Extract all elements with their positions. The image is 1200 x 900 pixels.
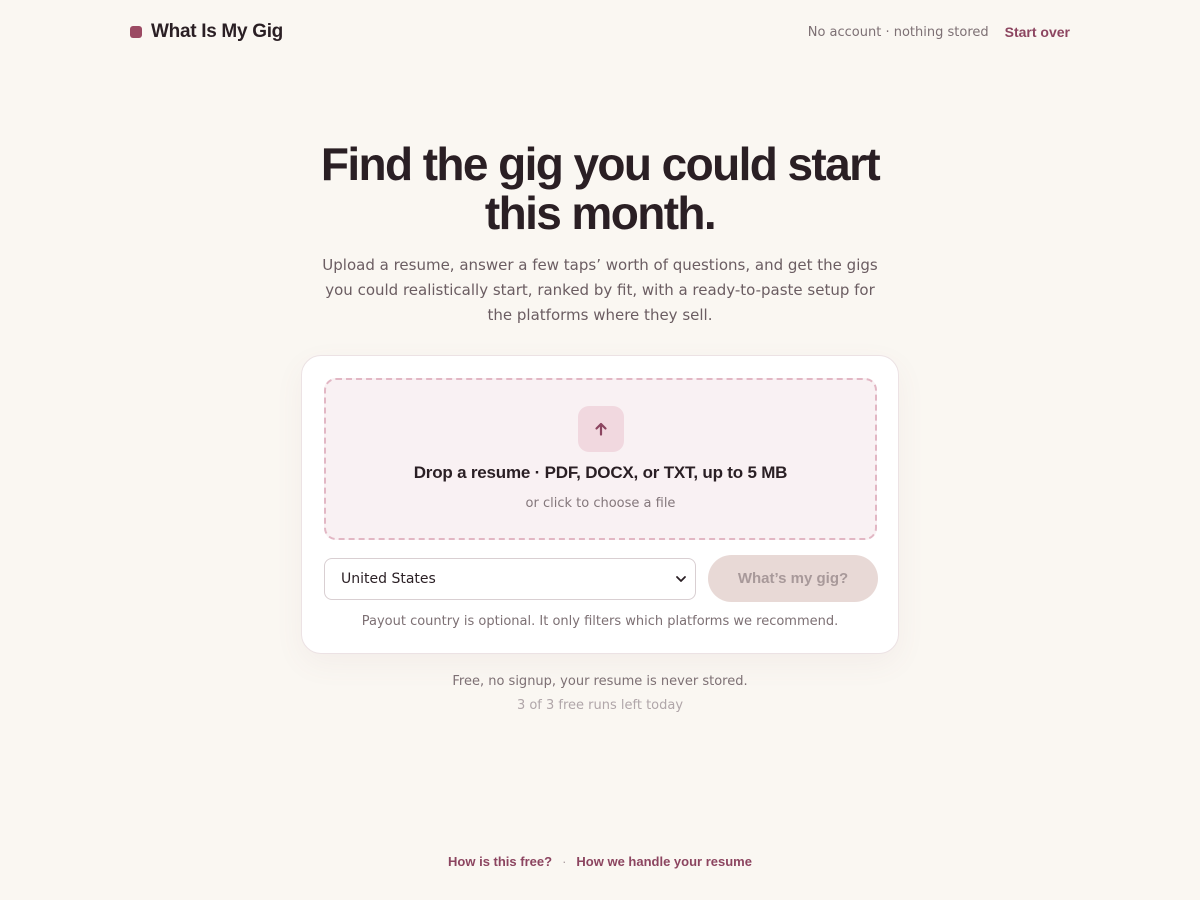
dropzone-subtitle: or click to choose a file — [525, 496, 676, 511]
page-subtitle: Upload a resume, answer a few taps’ wort… — [322, 256, 878, 324]
privacy-note: No account · nothing stored — [807, 24, 989, 40]
whats-my-gig-button[interactable]: What’s my gig? — [708, 555, 878, 602]
payout-country-select[interactable]: United States — [324, 558, 696, 600]
brand-logo-icon — [130, 26, 142, 38]
page-title: Find the gig you could start this month. — [320, 138, 881, 239]
footer-separator: · — [562, 854, 567, 869]
arrow-up-icon — [595, 422, 607, 436]
how-is-this-free-link[interactable]: How is this free? — [448, 854, 552, 869]
dropzone-title: Drop a resume · PDF, DOCX, or TXT, up to… — [413, 463, 788, 482]
footer: How is this free? · How we handle your r… — [0, 854, 1200, 869]
hero: Find the gig you could start this month.… — [0, 140, 1200, 328]
resume-dropzone[interactable]: Drop a resume · PDF, DOCX, or TXT, up to… — [324, 378, 877, 540]
upload-card: Drop a resume · PDF, DOCX, or TXT, up to… — [301, 355, 899, 654]
free-note: Free, no signup, your resume is never st… — [452, 674, 748, 689]
brand[interactable]: What Is My Gig — [130, 21, 283, 43]
runs-left-counter: 3 of 3 free runs left today — [516, 698, 684, 713]
header-actions: No account · nothing stored Start over — [808, 24, 1070, 40]
top-bar: What Is My Gig No account · nothing stor… — [130, 18, 1070, 46]
payout-note: Payout country is optional. It only filt… — [361, 614, 839, 629]
start-over-link[interactable]: Start over — [1005, 24, 1070, 40]
resume-handling-link[interactable]: How we handle your resume — [576, 854, 752, 869]
upload-icon-tile — [578, 406, 624, 452]
brand-name: What Is My Gig — [151, 21, 283, 42]
